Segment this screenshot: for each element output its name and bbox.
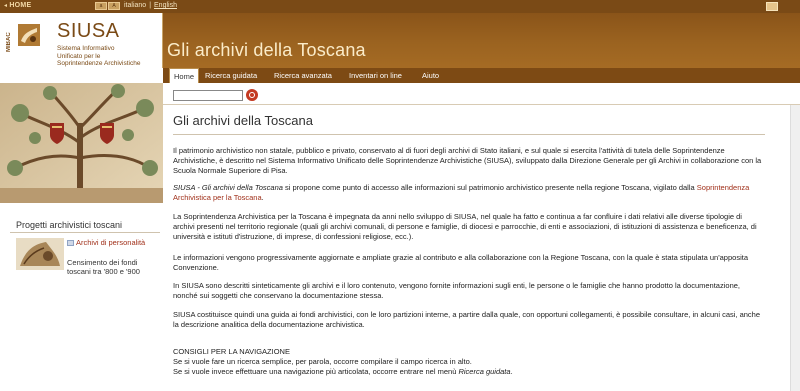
siusa-mark-icon [18,24,40,46]
lang-english[interactable]: English [154,2,177,9]
paragraph-info: Le informazioni vengono progressivamente… [173,253,748,272]
divider [10,232,160,233]
tab-ricerca-avanzata[interactable]: Ricerca avanzata [270,68,336,83]
paragraph-access: SIUSA - Gli archivi della Toscana si pro… [173,183,750,202]
back-arrow-icon: ◂ [4,3,8,9]
tab-inventari-on-line[interactable]: Inventari on line [345,68,406,83]
print-icon[interactable] [766,2,778,11]
projects-title: Progetti archivistici toscani [16,220,123,230]
tab-home[interactable]: Home [169,68,200,83]
lang-separator: | [149,2,152,9]
paragraph-soprintendenza: La Soprintendenza Archivistica per la To… [173,212,757,241]
divider [163,104,800,105]
lang-italiano[interactable]: italiano [124,2,146,9]
tips-heading: CONSIGLI PER LA NAVIGAZIONE [173,347,290,356]
tab-ricerca-guidata[interactable]: Ricerca guidata [201,68,261,83]
search-input[interactable] [173,90,243,101]
siusa-logo[interactable]: MIBAC SIUSA Sistema Informativo Unificat… [0,13,163,68]
home-link[interactable]: ◂ HOME [4,2,32,9]
project-link-archivi-personalita[interactable]: Archivi di personalità [67,238,162,247]
page-title: Gli archivi della Toscana [173,113,313,128]
paragraph-guida: SIUSA costituisce quindi una guida ai fo… [173,310,761,329]
project-description: Censimento dei fondi toscani tra '800 e … [67,258,140,276]
font-increase-button[interactable]: A [108,2,120,10]
search-go-icon[interactable] [246,89,258,101]
main-content: Gli archivi della Toscana [173,113,773,135]
project-thumbnail[interactable] [16,238,64,270]
site-title: Gli archivi della Toscana [167,40,366,60]
mibac-label: MIBAC [6,32,12,52]
tip-simple-search: Se si vuole fare un ricerca semplice, pe… [173,357,472,366]
tab-aiuto[interactable]: Aiuto [418,68,443,83]
paragraph-intro: Il patrimonio archivistico non statale, … [173,146,762,175]
document-icon [67,240,74,247]
siusa-subtitle: Sistema Informativo Unificato per le Sop… [57,45,141,67]
divider [173,134,765,135]
font-decrease-button[interactable]: a [95,2,107,10]
header-band: Gli archivi della Toscana [163,13,800,68]
link-ricerca-guidata[interactable]: Ricerca guidata [458,367,510,376]
home-label: HOME [9,2,32,9]
paragraph-descritti: In SIUSA sono descritti sinteticamente g… [173,281,740,300]
vertical-scrollbar[interactable] [790,105,800,391]
tree-tapestry-image [0,83,163,203]
tip-guided-search: Se si vuole invece effettuare una naviga… [173,367,513,376]
top-bar: ◂ HOME a A italiano | English [0,0,800,13]
siusa-name: SIUSA [57,20,120,42]
main-nav: Home Ricerca guidata Ricerca avanzata In… [163,68,800,83]
language-switch: italiano | English [124,2,177,9]
